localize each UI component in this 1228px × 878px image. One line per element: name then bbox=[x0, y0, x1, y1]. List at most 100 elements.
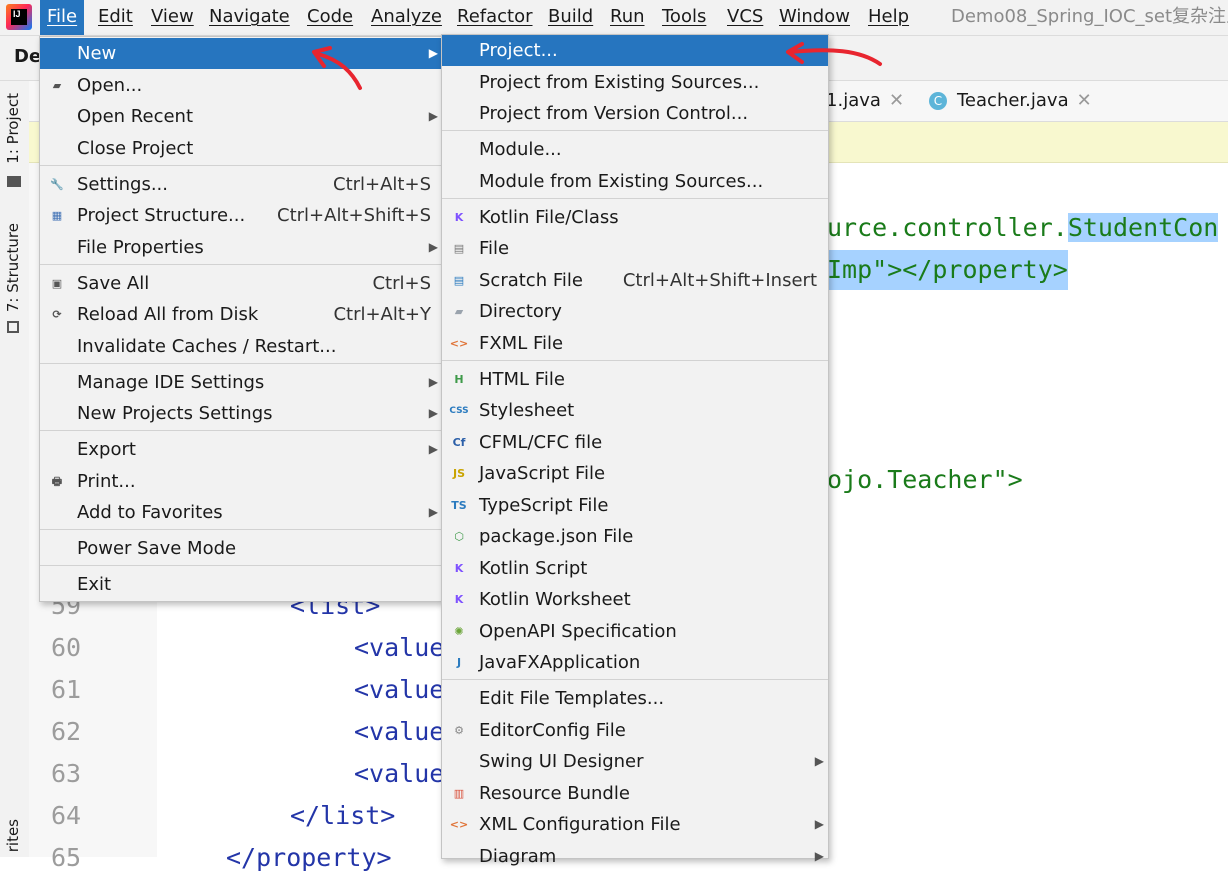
menu-item-resource-bundle[interactable]: ▥ Resource Bundle bbox=[442, 778, 828, 809]
menu-window[interactable]: Window bbox=[772, 0, 857, 35]
menu-item-javafx[interactable]: J JavaFXApplication bbox=[442, 647, 828, 678]
tab-t1[interactable]: t1.java ✕ bbox=[819, 89, 904, 113]
menu-file[interactable]: File bbox=[40, 0, 85, 35]
menu-label: Resource Bundle bbox=[479, 783, 630, 804]
menu-vcs[interactable]: VCS bbox=[720, 0, 770, 35]
menu-help[interactable]: Help bbox=[861, 0, 916, 35]
menu-item-swing-designer[interactable]: Swing UI Designer ▶ bbox=[442, 746, 828, 777]
structure-tool-tab[interactable]: 7: Structure bbox=[4, 223, 22, 312]
menu-label: Module from Existing Sources... bbox=[479, 171, 764, 192]
menu-item-cfml-file[interactable]: Cf CFML/CFC file bbox=[442, 427, 828, 458]
menu-item-module[interactable]: Module... bbox=[442, 134, 828, 165]
favorites-tool-tab[interactable]: rites bbox=[4, 819, 22, 852]
menu-item-new-project[interactable]: Project... bbox=[442, 35, 828, 66]
menu-label: New Projects Settings bbox=[77, 403, 273, 424]
menu-item-kotlin-script[interactable]: K Kotlin Script bbox=[442, 553, 828, 584]
menu-label: Manage IDE Settings bbox=[77, 372, 265, 393]
code-fragment: ojo.Teacher"> bbox=[827, 465, 1023, 494]
menu-item-stylesheet[interactable]: CSS Stylesheet bbox=[442, 395, 828, 426]
menu-item-project-from-vcs[interactable]: Project from Version Control... bbox=[442, 98, 828, 129]
menu-item-package-json[interactable]: ⬡ package.json File bbox=[442, 521, 828, 552]
menu-separator bbox=[40, 264, 442, 265]
menu-separator bbox=[442, 360, 828, 361]
project-tool-tab[interactable]: 1: Project bbox=[4, 93, 22, 164]
menu-run[interactable]: Run bbox=[603, 0, 652, 35]
menu-item-export[interactable]: Export ▶ bbox=[40, 434, 442, 465]
tab-teacher[interactable]: C Teacher.java ✕ bbox=[929, 89, 1092, 113]
submenu-arrow-icon: ▶ bbox=[428, 505, 438, 519]
menu-tools[interactable]: Tools bbox=[655, 0, 713, 35]
menu-analyze[interactable]: Analyze bbox=[364, 0, 449, 35]
code-line: <value bbox=[354, 633, 445, 662]
menu-item-edit-templates[interactable]: Edit File Templates... bbox=[442, 683, 828, 714]
menu-label: OpenAPI Specification bbox=[479, 621, 677, 642]
menu-item-exit[interactable]: Exit bbox=[40, 569, 442, 600]
shortcut: Ctrl+S bbox=[372, 273, 431, 294]
menu-item-kotlin-worksheet[interactable]: K Kotlin Worksheet bbox=[442, 584, 828, 615]
menu-item-scratch-file[interactable]: ▤ Scratch File Ctrl+Alt+Shift+Insert bbox=[442, 265, 828, 296]
menu-label: CFML/CFC file bbox=[479, 432, 603, 453]
close-icon[interactable]: ✕ bbox=[889, 90, 904, 111]
menu-build[interactable]: Build bbox=[541, 0, 600, 35]
menu-label: FXML File bbox=[479, 333, 564, 354]
menu-navigate[interactable]: Navigate bbox=[202, 0, 297, 35]
fxml-file-icon: <> bbox=[449, 337, 469, 350]
submenu-arrow-icon: ▶ bbox=[814, 754, 824, 768]
menu-item-new-projects-settings[interactable]: New Projects Settings ▶ bbox=[40, 398, 442, 429]
menu-item-javascript-file[interactable]: JS JavaScript File bbox=[442, 458, 828, 489]
new-submenu: Project... Project from Existing Sources… bbox=[441, 34, 829, 867]
menu-item-open[interactable]: ▰ Open... bbox=[40, 70, 442, 101]
menu-item-project-structure[interactable]: ▦ Project Structure... Ctrl+Alt+Shift+S bbox=[40, 200, 442, 231]
menu-label: Swing UI Designer bbox=[479, 751, 644, 772]
menu-item-save-all[interactable]: ▣ Save All Ctrl+S bbox=[40, 268, 442, 299]
menu-item-file[interactable]: ▤ File bbox=[442, 233, 828, 264]
menu-code[interactable]: Code bbox=[300, 0, 360, 35]
menu-item-add-to-favorites[interactable]: Add to Favorites ▶ bbox=[40, 497, 442, 528]
close-icon[interactable]: ✕ bbox=[1077, 90, 1092, 111]
menu-refactor[interactable]: Refactor bbox=[450, 0, 540, 35]
tab-label: Teacher.java bbox=[957, 90, 1069, 111]
menu-item-power-save-mode[interactable]: Power Save Mode bbox=[40, 533, 442, 564]
menu-label: File Properties bbox=[77, 237, 204, 258]
menu-view[interactable]: View bbox=[144, 0, 201, 35]
menu-label: XML Configuration File bbox=[479, 814, 681, 835]
menu-item-invalidate-caches[interactable]: Invalidate Caches / Restart... bbox=[40, 331, 442, 362]
menu-label: Close Project bbox=[77, 138, 194, 159]
menu-item-print[interactable]: 🖶 Print... bbox=[40, 466, 442, 497]
code-text: Imp"></property> bbox=[827, 255, 1068, 284]
cfml-file-icon: Cf bbox=[452, 436, 466, 449]
menu-item-editorconfig[interactable]: ⚙ EditorConfig File bbox=[442, 715, 828, 746]
menu-item-directory[interactable]: ▰ Directory bbox=[442, 296, 828, 327]
menu-item-kotlin-class[interactable]: K Kotlin File/Class bbox=[442, 202, 828, 233]
menu-item-settings[interactable]: 🔧 Settings... Ctrl+Alt+S bbox=[40, 169, 442, 200]
menu-item-manage-ide-settings[interactable]: Manage IDE Settings ▶ bbox=[40, 367, 442, 398]
file-icon: ▤ bbox=[453, 242, 465, 255]
menu-label: Kotlin Script bbox=[479, 558, 588, 579]
menu-edit[interactable]: Edit bbox=[91, 0, 140, 35]
submenu-arrow-icon: ▶ bbox=[428, 406, 438, 420]
menu-item-project-from-existing[interactable]: Project from Existing Sources... bbox=[442, 67, 828, 98]
code-fragment: Imp"></property> bbox=[827, 250, 1068, 290]
menu-item-close-project[interactable]: Close Project bbox=[40, 133, 442, 164]
menu-label: Kotlin File/Class bbox=[479, 207, 619, 228]
breadcrumb[interactable]: De bbox=[14, 46, 41, 67]
left-tool-strip: 1: Project 7: Structure rites bbox=[0, 81, 30, 857]
code-line: </property> bbox=[226, 843, 392, 872]
menu-item-fxml-file[interactable]: <> FXML File bbox=[442, 328, 828, 359]
menu-item-file-properties[interactable]: File Properties ▶ bbox=[40, 232, 442, 263]
menu-item-module-existing[interactable]: Module from Existing Sources... bbox=[442, 166, 828, 197]
menu-item-open-recent[interactable]: Open Recent ▶ bbox=[40, 101, 442, 132]
menu-separator bbox=[40, 430, 442, 431]
menu-item-new[interactable]: New ▶ bbox=[40, 38, 442, 69]
menu-item-xml-config[interactable]: <> XML Configuration File ▶ bbox=[442, 809, 828, 840]
menu-item-typescript-file[interactable]: TS TypeScript File bbox=[442, 490, 828, 521]
menu-item-reload[interactable]: ⟳ Reload All from Disk Ctrl+Alt+Y bbox=[40, 299, 442, 330]
menu-label: JavaFXApplication bbox=[479, 652, 641, 673]
menu-label: Module... bbox=[479, 139, 562, 160]
menu-item-openapi[interactable]: ✺ OpenAPI Specification bbox=[442, 616, 828, 647]
open-folder-icon: ▰ bbox=[52, 79, 62, 92]
class-icon: C bbox=[929, 92, 947, 110]
scratch-file-icon: ▤ bbox=[453, 274, 465, 287]
menu-item-html-file[interactable]: H HTML File bbox=[442, 364, 828, 395]
menu-label: Directory bbox=[479, 301, 562, 322]
